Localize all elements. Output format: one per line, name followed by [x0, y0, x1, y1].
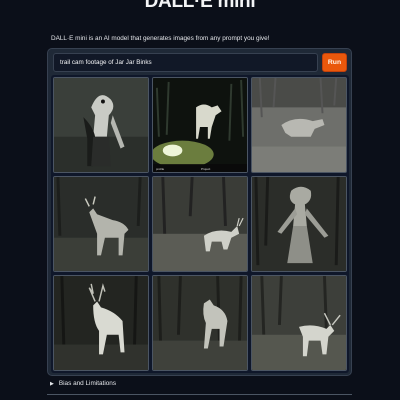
page-title: DALL·E mini — [144, 0, 256, 12]
generated-image-4[interactable] — [53, 176, 149, 272]
image-caption-left: profile — [156, 167, 165, 171]
generated-image-3[interactable] — [251, 77, 347, 173]
generated-image-9[interactable] — [251, 275, 347, 371]
generated-image-2[interactable]: profile Project — [152, 77, 248, 173]
app-description: DALL·E mini is an AI model that generate… — [51, 35, 270, 42]
image-caption-right: Project — [201, 167, 211, 171]
generated-image-1[interactable] — [53, 77, 149, 173]
prompt-input[interactable] — [53, 53, 318, 72]
triangle-right-icon: ▶ — [50, 381, 54, 387]
bias-limitations-accordion[interactable]: ▶ Bias and Limitations — [50, 380, 116, 387]
run-button[interactable]: Run — [322, 53, 347, 72]
divider — [47, 394, 352, 395]
image-gallery: profile Project — [51, 75, 349, 373]
generated-image-5[interactable] — [152, 176, 248, 272]
accordion-label: Bias and Limitations — [58, 380, 117, 387]
generated-image-7[interactable] — [53, 275, 149, 371]
generated-image-8[interactable] — [152, 275, 248, 371]
generated-image-6[interactable] — [251, 176, 347, 272]
